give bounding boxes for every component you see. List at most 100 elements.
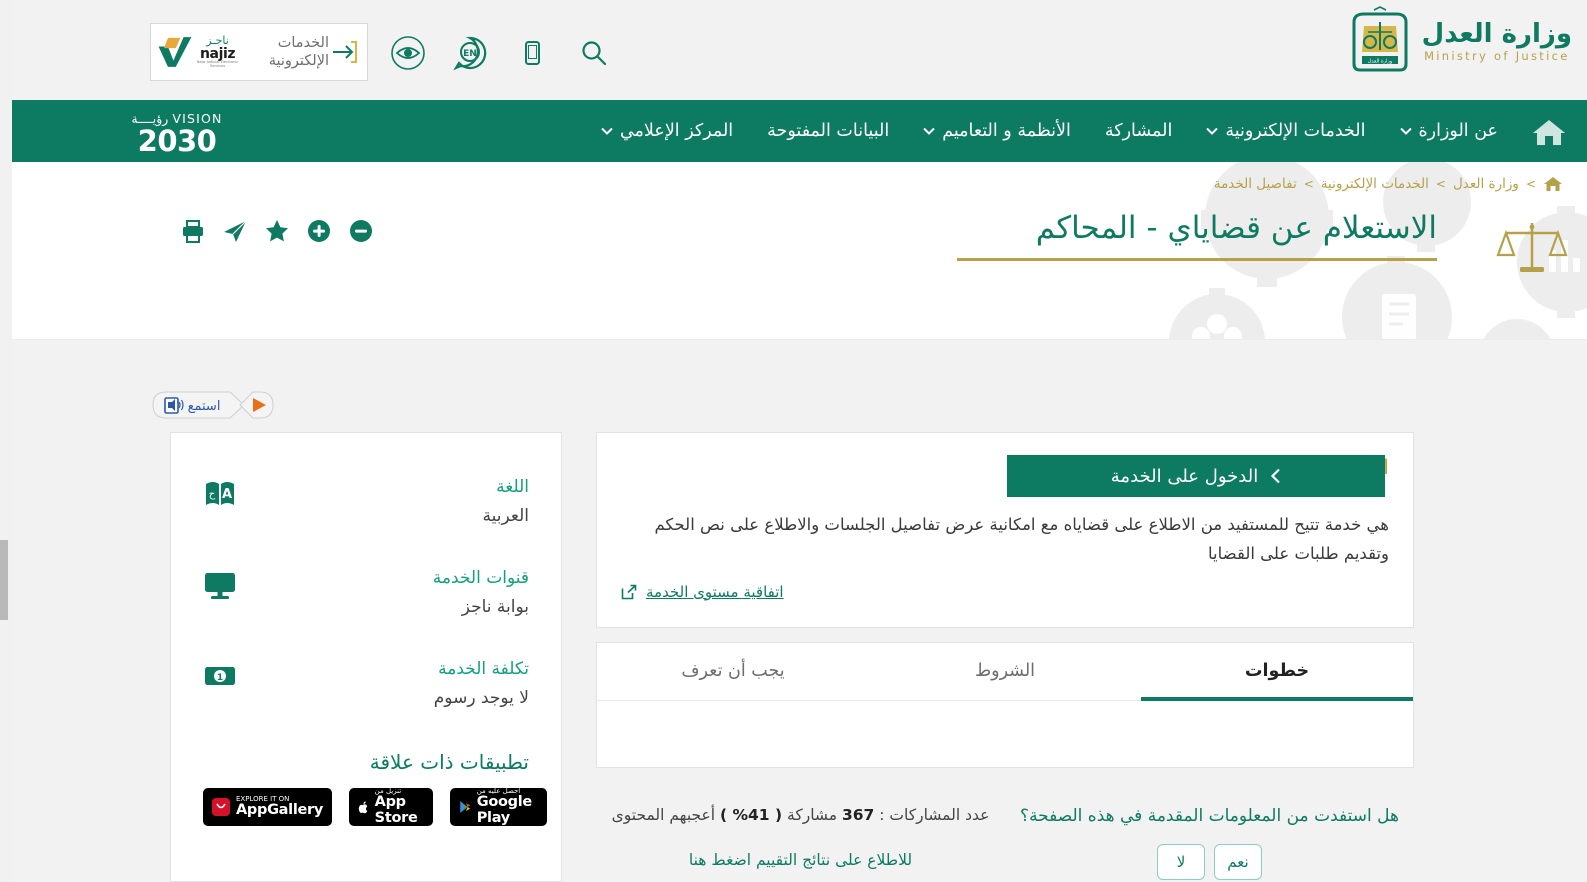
favorite-star-icon[interactable] xyxy=(264,218,290,244)
feedback-buttons: نعم لا xyxy=(1005,843,1414,880)
sidebar-label: قنوات الخدمة xyxy=(432,568,529,588)
page-action-icons xyxy=(180,218,374,244)
najiz-subtitle: Najiz Judicial Electronic Services xyxy=(196,60,239,69)
external-link-icon xyxy=(621,584,637,600)
top-utility-bar: وزارة العدل Ministry of Justice وزارة ال… xyxy=(0,0,1587,100)
page-title: الاستعلام عن قضاياي - المحاكم xyxy=(1035,210,1437,246)
breadcrumb-item-eservices[interactable]: الخدمات الإلكترونية xyxy=(1321,176,1429,192)
tab-must-know[interactable]: يجب أن تعرف xyxy=(597,643,869,701)
svg-text:وزارة العدل: وزارة العدل xyxy=(1367,59,1392,65)
breadcrumb-separator: > xyxy=(1303,177,1314,191)
nav-label: البيانات المفتوحة xyxy=(767,121,890,141)
search-icon[interactable] xyxy=(574,33,614,73)
nav-label: المركز الإعلامي xyxy=(619,121,734,141)
feedback-percent: ( 41% ) xyxy=(720,805,783,824)
feedback-question: هل استفدت من المعلومات المقدمة في هذه ال… xyxy=(1020,805,1399,826)
feedback-yes-button[interactable]: نعم xyxy=(1214,843,1262,880)
feedback-results-link[interactable]: للاطلاع على نتائج التقييم اضغط هنا xyxy=(689,851,912,869)
appstore-badge[interactable]: تنزيل من App Store xyxy=(349,787,433,826)
main-content-column: الاستعلام عن قضاياي - المحاكم الدخول على… xyxy=(596,432,1414,882)
nav-item-about[interactable]: عن الوزارة xyxy=(1383,100,1516,162)
enter-arrow-icon xyxy=(333,41,357,63)
nav-item-participation[interactable]: المشاركة xyxy=(1088,100,1189,162)
enter-service-button[interactable]: الدخول على الخدمة xyxy=(1007,455,1385,497)
tab-label: خطوات xyxy=(1244,660,1310,681)
najiz-eservices-box[interactable]: الخدمات الإلكترونية ناجـز najiz Najiz Ju… xyxy=(150,23,368,81)
appgallery-icon xyxy=(212,798,230,816)
monitor-icon xyxy=(205,573,235,599)
breadcrumb: > وزارة العدل > الخدمات الإلكترونية > تف… xyxy=(1214,175,1563,193)
googleplay-badge[interactable]: احصل عليه من Google Play xyxy=(449,787,548,826)
svg-text:ح: ح xyxy=(209,489,216,500)
feedback-no-button[interactable]: لا xyxy=(1157,843,1205,880)
nav-label: عن الوزارة xyxy=(1418,121,1499,141)
chevron-left-icon xyxy=(1271,468,1280,484)
nav-item-eservices[interactable]: الخدمات الإلكترونية xyxy=(1189,100,1382,162)
appgallery-badge[interactable]: EXPLORE IT ON AppGallery xyxy=(203,788,333,826)
readspeaker-listen-label: استمع xyxy=(188,399,221,414)
page-body: استمع اللغة العربية A ح قنوات الخدمة بوا… xyxy=(0,340,1587,882)
googleplay-icon xyxy=(460,801,471,813)
svg-text:EN: EN xyxy=(463,49,477,59)
chevron-down-icon xyxy=(1206,127,1219,135)
chevron-down-icon xyxy=(601,127,613,135)
money-note-icon: 1 xyxy=(205,667,235,685)
sidebar-value: بوابة ناجز xyxy=(461,597,529,617)
scales-of-justice-icon xyxy=(1496,223,1568,272)
page-title-block: الاستعلام عن قضاياي - المحاكم xyxy=(957,210,1437,261)
nav-item-opendata[interactable]: البيانات المفتوحة xyxy=(750,100,906,162)
chevron-down-icon xyxy=(923,127,935,135)
nav-label: الخدمات الإلكترونية xyxy=(1225,121,1366,141)
chevron-down-icon xyxy=(1399,127,1412,135)
svg-text:1: 1 xyxy=(217,673,223,683)
feedback-count-suffix: أعجبهم المحتوى xyxy=(611,805,716,824)
font-increase-icon[interactable] xyxy=(306,218,332,244)
share-icon[interactable] xyxy=(222,218,248,244)
tab-steps[interactable]: خطوات xyxy=(1141,643,1413,701)
sidebar-row-cost: تكلفة الخدمة لا يوجد رسوم 1 xyxy=(203,659,529,708)
najiz-name-ar: ناجـز xyxy=(206,34,229,48)
print-icon[interactable] xyxy=(180,218,206,244)
breadcrumb-home-icon[interactable] xyxy=(1543,175,1563,193)
breadcrumb-item-service-details[interactable]: تفاصيل الخدمة xyxy=(1214,176,1297,192)
feedback-count-unit: مشاركة xyxy=(787,805,838,824)
accessibility-eye-icon[interactable] xyxy=(388,33,428,73)
apple-icon xyxy=(358,801,368,814)
sidebar-value: العربية xyxy=(482,506,529,526)
scrollbar-thumb[interactable] xyxy=(0,540,8,620)
vision-2030-logo[interactable]: VISION رؤيــــة 2030 xyxy=(128,111,226,156)
sidebar-row-channels: قنوات الخدمة بوابة ناجز xyxy=(203,568,529,617)
sla-link[interactable]: اتفاقية مستوى الخدمة xyxy=(646,583,784,601)
nav-item-regulations[interactable]: الأنظمة و التعاميم xyxy=(906,100,1088,162)
feedback-count-prefix: عدد المشاركات : xyxy=(879,805,990,824)
readspeaker-widget[interactable]: استمع xyxy=(152,390,274,420)
sla-link-row: اتفاقية مستوى الخدمة xyxy=(621,583,1389,601)
tab-conditions[interactable]: الشروط xyxy=(869,643,1141,701)
feedback-stats-block: عدد المشاركات : 367 مشاركة ( 41% ) أعجبه… xyxy=(596,804,1005,869)
badge-large-text: AppGallery xyxy=(236,802,324,819)
najiz-eservices-label: الخدمات الإلكترونية xyxy=(268,34,329,69)
title-underline xyxy=(957,258,1437,261)
badge-large-text: Google Play xyxy=(476,794,533,826)
nav-home-icon[interactable] xyxy=(1531,117,1567,147)
nav-item-mediacenter[interactable]: المركز الإعلامي xyxy=(584,100,750,162)
app-badge-list: EXPLORE IT ON AppGallery تنزيل من App St… xyxy=(203,787,548,826)
ministry-logo-text: وزارة العدل Ministry of Justice xyxy=(1422,21,1572,63)
font-decrease-icon[interactable] xyxy=(348,218,374,244)
language-en-icon[interactable]: EN xyxy=(450,33,490,73)
najiz-check-icon xyxy=(158,37,192,67)
tab-strip: خطوات الشروط يجب أن تعرف xyxy=(597,643,1413,701)
service-info-sidebar: اللغة العربية A ح قنوات الخدمة بوابة ناج… xyxy=(170,432,562,882)
breadcrumb-separator: > xyxy=(1525,177,1536,191)
vision-year: 2030 xyxy=(137,124,217,158)
language-book-icon: A ح xyxy=(206,482,234,505)
nav-item-list: عن الوزارة الخدمات الإلكترونية المشاركة … xyxy=(584,100,1515,162)
window-scrollbar[interactable] xyxy=(0,0,12,882)
feedback-count-line: عدد المشاركات : 367 مشاركة ( 41% ) أعجبه… xyxy=(596,806,1005,824)
ministry-logo[interactable]: وزارة العدل Ministry of Justice وزارة ال… xyxy=(1344,6,1572,78)
nav-label: المشاركة xyxy=(1104,121,1173,141)
content-columns: اللغة العربية A ح قنوات الخدمة بوابة ناج… xyxy=(170,432,1415,882)
enter-service-label: الدخول على الخدمة xyxy=(1110,465,1259,487)
mobile-icon[interactable] xyxy=(512,33,552,73)
breadcrumb-item-ministry[interactable]: وزارة العدل xyxy=(1453,176,1519,192)
